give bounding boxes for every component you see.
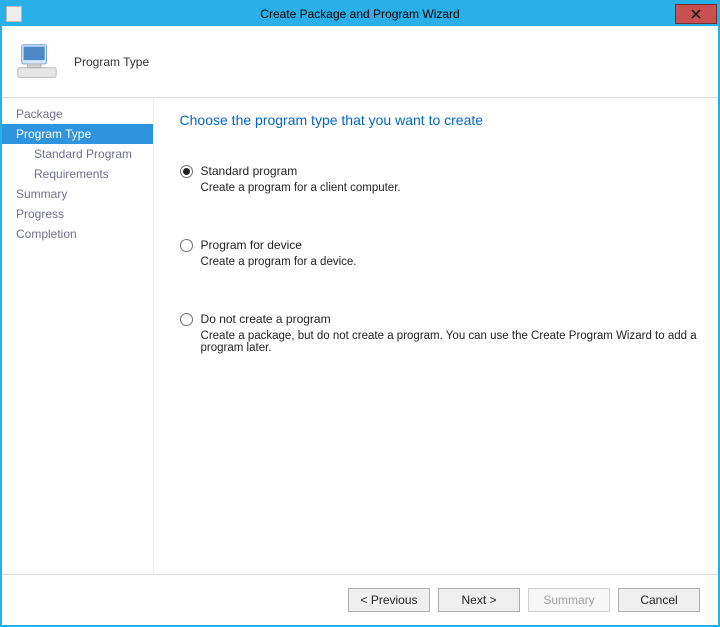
radio-standard[interactable] (180, 165, 193, 178)
option-desc-device: Create a program for a device. (201, 256, 700, 268)
next-button[interactable]: Next > (438, 588, 520, 612)
content-heading: Choose the program type that you want to… (180, 112, 700, 128)
sidebar-item-progress[interactable]: Progress (2, 204, 153, 224)
cancel-button[interactable]: Cancel (618, 588, 700, 612)
option-none: Do not create a program Create a package… (180, 312, 700, 354)
option-desc-standard: Create a program for a client computer. (201, 182, 700, 194)
sidebar-item-requirements[interactable]: Requirements (2, 164, 153, 184)
sidebar-item-summary[interactable]: Summary (2, 184, 153, 204)
option-desc-none: Create a package, but do not create a pr… (201, 330, 700, 354)
sidebar-item-package[interactable]: Package (2, 104, 153, 124)
previous-button[interactable]: < Previous (348, 588, 430, 612)
wizard-footer: < Previous Next > Summary Cancel (2, 575, 718, 625)
radio-none[interactable] (180, 313, 193, 326)
radio-device[interactable] (180, 239, 193, 252)
summary-button: Summary (528, 588, 610, 612)
option-standard: Standard program Create a program for a … (180, 164, 700, 194)
sidebar-item-standard-program[interactable]: Standard Program (2, 144, 153, 164)
close-button[interactable] (675, 4, 717, 24)
computer-icon (14, 39, 60, 85)
app-icon (6, 6, 22, 22)
option-device: Program for device Create a program for … (180, 238, 700, 268)
option-label-none: Do not create a program (201, 312, 331, 326)
close-icon (691, 9, 701, 19)
titlebar: Create Package and Program Wizard (2, 2, 718, 26)
sidebar: Package Program Type Standard Program Re… (2, 98, 154, 574)
option-label-device: Program for device (201, 238, 302, 252)
wizard-header: Program Type (2, 26, 718, 98)
wizard-window: Create Package and Program Wizard Progra… (0, 0, 720, 627)
sidebar-item-program-type[interactable]: Program Type (2, 124, 153, 144)
wizard-body: Package Program Type Standard Program Re… (2, 98, 718, 575)
option-label-standard: Standard program (201, 164, 298, 178)
window-title: Create Package and Program Wizard (2, 7, 718, 21)
header-title: Program Type (74, 55, 149, 69)
content-pane: Choose the program type that you want to… (154, 98, 718, 574)
sidebar-item-completion[interactable]: Completion (2, 224, 153, 244)
